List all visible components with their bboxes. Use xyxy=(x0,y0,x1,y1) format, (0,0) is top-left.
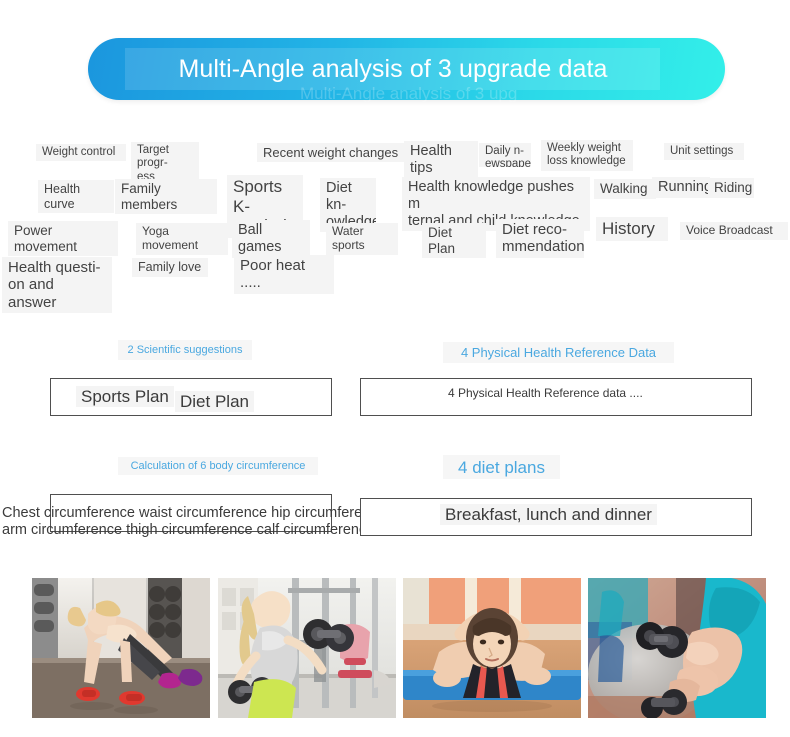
body-circumference-label[interactable]: Chest circumference waist circumference … xyxy=(2,505,422,539)
diet-plan-label[interactable]: Diet Plan xyxy=(175,391,254,413)
section-heading-body-circumference: Calculation of 6 body circumference xyxy=(118,457,318,475)
tag-item[interactable]: Unit settings xyxy=(664,143,744,161)
tag-item[interactable]: Poor heat ..... xyxy=(234,255,334,294)
photo-4-graphic xyxy=(588,578,766,718)
tag-item[interactable]: Voice Broadcast xyxy=(680,222,788,240)
photo-woman-dumbbell-raise-gym[interactable] xyxy=(218,578,396,718)
tag-item[interactable]: Ball games xyxy=(232,220,310,258)
tag-item[interactable]: Water sports xyxy=(326,223,398,255)
sports-plan-label[interactable]: Sports Plan xyxy=(76,386,174,408)
tag-cloud: Weight controlTarget progr- ess analysis… xyxy=(0,130,790,314)
photo-closeup-woman-bicep-curl-dumbbell[interactable] xyxy=(588,578,766,718)
tag-item[interactable]: Weight control xyxy=(36,144,126,162)
photo-3-graphic xyxy=(403,578,581,718)
tag-item[interactable]: Running xyxy=(652,177,710,198)
tag-item[interactable]: Recent weight changes xyxy=(257,143,407,163)
tag-item[interactable]: Health curve xyxy=(38,180,114,213)
tag-item[interactable]: Walking xyxy=(594,179,656,199)
section-heading-diet-plans: 4 diet plans xyxy=(443,455,560,479)
photo-2-graphic xyxy=(218,578,396,718)
tag-item[interactable]: Family members xyxy=(115,179,217,215)
tag-item[interactable]: Health questi- on and answer xyxy=(2,257,112,314)
section-heading-physical-health-reference: 4 Physical Health Reference Data xyxy=(443,342,674,363)
tag-item[interactable]: Yoga movement xyxy=(136,223,228,255)
photo-woman-stretching-on-blue-yoga-mat[interactable] xyxy=(403,578,581,718)
photo-strip xyxy=(0,578,790,718)
tag-item[interactable]: Weekly weight loss knowledge xyxy=(541,140,633,171)
photo-1-graphic xyxy=(32,578,210,718)
tag-item[interactable]: Riding xyxy=(708,178,754,198)
photo-woman-plank-with-dumbbells-gym[interactable] xyxy=(32,578,210,718)
diet-plans-label[interactable]: Breakfast, lunch and dinner xyxy=(440,504,657,526)
tag-item[interactable]: Diet reco- mmendation xyxy=(496,219,584,258)
header-ghost-text: Multi-Angle analysis of 3 upg xyxy=(300,84,518,103)
physical-health-reference-data-label[interactable]: 4 Physical Health Reference data .... xyxy=(443,386,648,401)
section-heading-scientific-suggestions: 2 Scientific suggestions xyxy=(118,340,252,360)
tag-item[interactable]: Health tips xyxy=(404,141,478,179)
tag-item[interactable]: History xyxy=(596,217,668,241)
tag-item[interactable]: Daily n- ewspaper xyxy=(479,143,531,167)
tag-item[interactable]: Family love xyxy=(132,258,208,277)
tag-item[interactable]: Diet Plan xyxy=(422,223,486,259)
tag-item[interactable]: Power movement xyxy=(8,221,118,257)
